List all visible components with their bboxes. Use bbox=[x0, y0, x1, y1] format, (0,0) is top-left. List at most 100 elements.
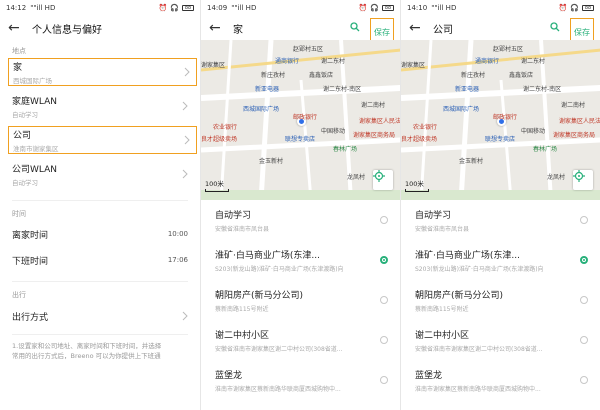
footnote-line: 1.设置家和公司地址、离家时间和下班时间，并选择 bbox=[12, 342, 162, 350]
map-poi-label: 鑫鑫饭店 bbox=[309, 72, 334, 79]
status-bar: 14:09 ""ill HD ⏰ 🎧 88 bbox=[201, 0, 400, 16]
place-name: 朝阳房产(新马分公司) bbox=[415, 290, 504, 301]
company-address: 淮南市谢家集区 bbox=[13, 144, 59, 153]
place-radio-button[interactable] bbox=[580, 216, 588, 224]
place-address: S203(新龙山路)淮矿·白马商业广场(东津渡路)向 bbox=[415, 265, 544, 273]
chevron-right-icon bbox=[182, 101, 188, 111]
place-list-item[interactable]: 谢二中村小区 安徽省淮南市谢家集区谢二中村公司(308省道... bbox=[401, 320, 600, 360]
map-poi-label: 中国移动 bbox=[321, 128, 346, 135]
map-poi-label: 龙凤村 bbox=[547, 174, 566, 181]
map-poi-label: 通商银行 bbox=[275, 58, 300, 65]
map-view[interactable]: 100米 赵郢村五区 通商银行 谢二东村 新庄孜村 新亚电器 鑫鑫饭店 谢二东村-南区 西城国… bbox=[201, 40, 400, 200]
back-arrow-icon[interactable]: ← bbox=[209, 21, 227, 35]
place-list-item[interactable]: 淮矿·白马商业广场(东津... S203(新龙山路)淮矿·白马商业广场(东津渡路… bbox=[401, 240, 600, 280]
chevron-right-icon bbox=[182, 169, 188, 179]
battery-icon: 88 bbox=[182, 5, 194, 11]
map-poi-label: 谢家集区人民法院 bbox=[359, 118, 400, 125]
travel-mode-row[interactable]: 出行方式 bbox=[0, 302, 200, 330]
place-name: 淮矿·白马商业广场(东津... bbox=[415, 250, 520, 261]
company-wlan-value: 自动学习 bbox=[12, 178, 38, 187]
place-list-item[interactable]: 蓝堡龙 淮南市谢家集区蔡新南路华联商厦西城购物中... bbox=[401, 360, 600, 400]
place-name: 谢二中村小区 bbox=[415, 330, 470, 341]
place-radio-button[interactable] bbox=[380, 336, 388, 344]
search-icon[interactable] bbox=[350, 22, 360, 32]
company-wlan-row[interactable]: 公司WLAN 自动学习 bbox=[0, 154, 200, 194]
status-signal: ""ill HD bbox=[231, 4, 257, 12]
place-address: S203(新龙山路)淮矿·白马商业广场(东津渡路)向 bbox=[215, 265, 344, 273]
place-address: 蔡新南路115号附近 bbox=[415, 305, 469, 313]
place-list-item[interactable]: 谢二中村小区 安徽省淮南市谢家集区谢二中村公司(308省道... bbox=[201, 320, 400, 360]
map-poi-label: 谢二南村 bbox=[361, 102, 386, 109]
battery-icon: 88 bbox=[582, 5, 594, 11]
place-list-item[interactable]: 朝阳房产(新马分公司) 蔡新南路115号附近 bbox=[401, 280, 600, 320]
locate-me-button[interactable] bbox=[373, 170, 393, 190]
place-list-item[interactable]: 朝阳房产(新马分公司) 蔡新南路115号附近 bbox=[201, 280, 400, 320]
divider bbox=[12, 200, 188, 201]
crosshair-icon bbox=[573, 170, 585, 182]
back-arrow-icon[interactable]: ← bbox=[8, 21, 26, 35]
place-name: 蓝堡龙 bbox=[215, 370, 243, 381]
home-address: 西城国际广场 bbox=[13, 76, 52, 85]
home-address-row[interactable]: 家 西城国际广场 bbox=[8, 58, 197, 86]
place-radio-button[interactable] bbox=[380, 376, 388, 384]
map-poi-label: 良才超级卖场 bbox=[401, 136, 438, 143]
map-poi-label: 赵郢村五区 bbox=[493, 46, 524, 53]
map-poi-label: 谢二东村 bbox=[521, 58, 546, 65]
off-work-time-row[interactable]: 下班时间 17:06 bbox=[0, 247, 200, 273]
place-list-item[interactable]: 蓝堡龙 淮南市谢家集区蔡新南路华联商厦西城购物中... bbox=[201, 360, 400, 400]
map-poi-label: 谢家集区商务局 bbox=[553, 132, 596, 139]
home-picker-screen: 14:09 ""ill HD ⏰ 🎧 88 ← 家 保存 100米 赵郢村五区 … bbox=[200, 0, 400, 410]
title-bar: ← 家 保存 bbox=[201, 16, 400, 46]
locate-me-button[interactable] bbox=[573, 170, 593, 190]
home-wlan-value: 自动学习 bbox=[12, 110, 38, 119]
preferences-screen: 14:12 ""ill HD ⏰ 🎧 88 ← 个人信息与偏好 地点 家 西城国… bbox=[0, 0, 200, 410]
place-radio-button[interactable] bbox=[580, 376, 588, 384]
map-poi-label: 通商银行 bbox=[475, 58, 500, 65]
map-poi-label: 西城国际广场 bbox=[243, 106, 280, 113]
page-title: 家 bbox=[233, 24, 243, 36]
place-name: 自动学习 bbox=[215, 210, 252, 221]
map-poi-label: 新庄孜村 bbox=[461, 72, 486, 79]
place-address: 安徽省淮南市谢家集区谢二中村公司(308省道... bbox=[215, 345, 343, 353]
place-radio-button[interactable] bbox=[580, 256, 588, 264]
headphone-icon: 🎧 bbox=[370, 4, 379, 12]
travel-mode-label: 出行方式 bbox=[12, 312, 49, 323]
place-list-item[interactable]: 淮矿·白马商业广场(东津... S203(新龙山路)淮矿·白马商业广场(东津渡路… bbox=[201, 240, 400, 280]
off-work-value: 17:06 bbox=[167, 256, 188, 264]
place-name: 蓝堡龙 bbox=[415, 370, 443, 381]
company-picker-screen: 14:10 ""ill HD ⏰ 🎧 88 ← 公司 保存 100米 赵郢村五区… bbox=[400, 0, 600, 410]
map-view[interactable]: 100米 赵郢村五区 通商银行 谢二东村 新庄孜村 新亚电器 鑫鑫饭店 谢二东村-南区 西城国… bbox=[401, 40, 600, 200]
place-address: 安徽省淮南市凤台县 bbox=[415, 225, 470, 233]
place-name: 谢二中村小区 bbox=[215, 330, 270, 341]
company-address-row[interactable]: 公司 淮南市谢家集区 bbox=[8, 126, 197, 154]
section-time-header: 时间 bbox=[12, 210, 26, 218]
map-poi-label: 金玉新村 bbox=[459, 158, 484, 165]
place-radio-button[interactable] bbox=[580, 296, 588, 304]
place-name: 朝阳房产(新马分公司) bbox=[215, 290, 304, 301]
chevron-right-icon bbox=[182, 311, 188, 321]
place-list-item[interactable]: 自动学习 安徽省淮南市凤台县 bbox=[401, 200, 600, 240]
page-title: 个人信息与偏好 bbox=[32, 24, 102, 36]
title-bar: ← 公司 保存 bbox=[401, 16, 600, 46]
status-signal: ""ill HD bbox=[431, 4, 457, 12]
leave-home-time-row[interactable]: 离家时间 10:00 bbox=[0, 221, 200, 247]
off-work-label: 下班时间 bbox=[12, 256, 49, 267]
place-radio-button[interactable] bbox=[380, 256, 388, 264]
title-bar: ← 个人信息与偏好 bbox=[0, 16, 200, 40]
map-scale-bar bbox=[205, 189, 229, 192]
place-radio-button[interactable] bbox=[580, 336, 588, 344]
map-poi-label: 春林广场 bbox=[533, 146, 558, 153]
search-icon[interactable] bbox=[550, 22, 560, 32]
place-name: 自动学习 bbox=[415, 210, 452, 221]
home-wlan-row[interactable]: 家庭WLAN 自动学习 bbox=[0, 86, 200, 126]
headphone-icon: 🎧 bbox=[570, 4, 579, 12]
leave-home-label: 离家时间 bbox=[12, 230, 49, 241]
home-wlan-label: 家庭WLAN bbox=[12, 96, 58, 107]
status-time: 14:12 bbox=[6, 4, 27, 12]
place-address: 淮南市谢家集区蔡新南路华联商厦西城购物中... bbox=[415, 385, 541, 393]
place-radio-button[interactable] bbox=[380, 216, 388, 224]
status-time: 14:09 bbox=[207, 4, 228, 12]
place-list-item[interactable]: 自动学习 安徽省淮南市凤台县 bbox=[201, 200, 400, 240]
back-arrow-icon[interactable]: ← bbox=[409, 21, 427, 35]
place-radio-button[interactable] bbox=[380, 296, 388, 304]
